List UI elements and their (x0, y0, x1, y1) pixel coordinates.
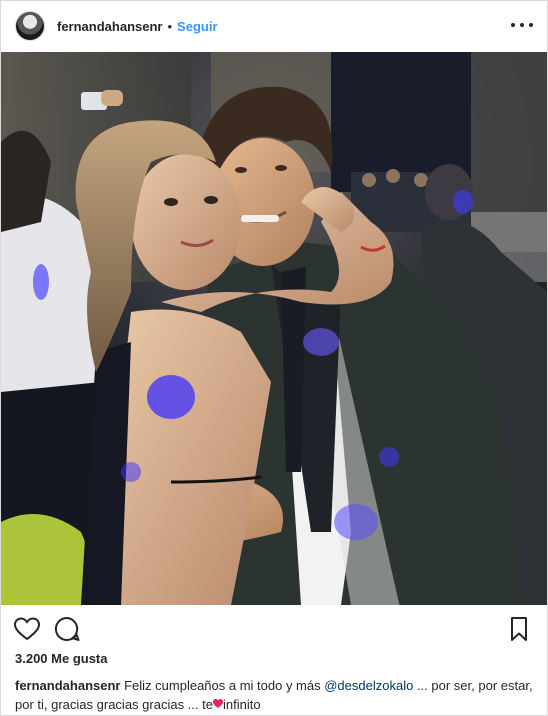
bookmark-icon[interactable] (505, 615, 533, 643)
caption-mention-link[interactable]: @desdelzokalo (324, 678, 413, 693)
caption-username[interactable]: fernandahansenr (15, 678, 120, 693)
separator-dot: • (167, 18, 173, 34)
post-header: fernandahansenr • Seguir (1, 1, 547, 51)
comment-bubble-icon[interactable] (53, 615, 81, 643)
instagram-post: fernandahansenr • Seguir 3.200 Me gusta … (0, 0, 548, 716)
caption-text-1: Feliz cumpleaños a mi todo y más (120, 678, 325, 693)
post-caption: fernandahansenr Feliz cumpleaños a mi to… (15, 677, 535, 714)
more-options-icon[interactable] (511, 15, 533, 35)
likes-count[interactable]: 3.200 Me gusta (15, 651, 108, 666)
post-username[interactable]: fernandahansenr (57, 19, 162, 34)
caption-text-3: infinito (222, 697, 261, 712)
follow-button[interactable]: Seguir (177, 19, 217, 34)
user-avatar[interactable] (15, 11, 45, 41)
heart-outline-icon[interactable] (13, 615, 41, 643)
heart-emoji-icon (212, 695, 223, 708)
post-photo[interactable] (1, 52, 547, 605)
action-bar (1, 611, 547, 647)
